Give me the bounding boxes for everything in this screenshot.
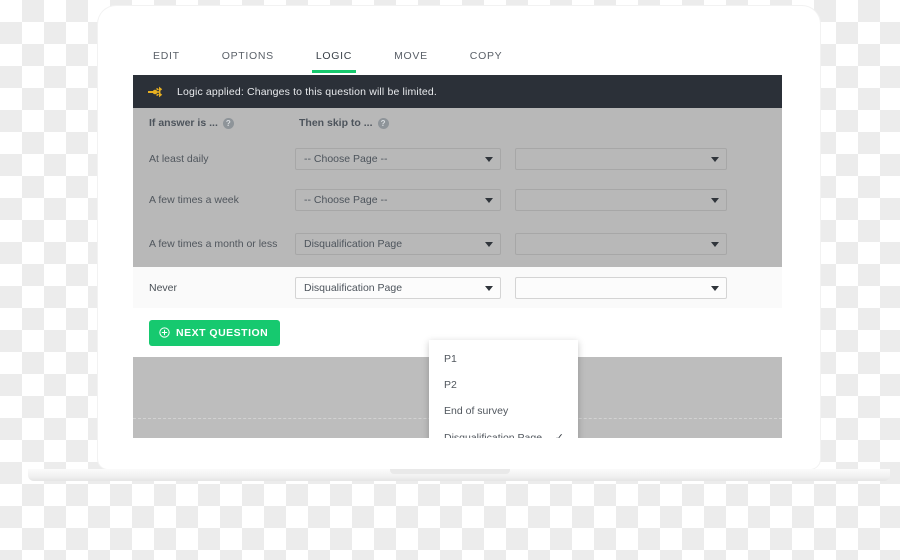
question-tabbar: EDIT OPTIONS LOGIC MOVE COPY <box>133 38 782 75</box>
dropdown-option-disqualification-page[interactable]: Disqualification Page ✓ <box>429 424 578 439</box>
branch-logic-icon <box>147 84 163 100</box>
logic-banner-text: Logic applied: Changes to this question … <box>177 85 437 98</box>
column-header-then-skip-label: Then skip to ... <box>299 117 373 129</box>
tab-edit[interactable]: EDIT <box>153 40 180 73</box>
logic-applied-banner: Logic applied: Changes to this question … <box>133 75 782 108</box>
table-row: A few times a week -- Choose Page -- <box>133 179 782 220</box>
laptop-screen: EDIT OPTIONS LOGIC MOVE COPY Logic appli… <box>133 38 782 438</box>
column-header-if-answer: If answer is ... ? <box>133 117 295 129</box>
dropdown-option-end-of-survey[interactable]: End of survey <box>429 398 578 424</box>
skip-to-select-value-row-2: -- Choose Page -- <box>304 193 388 206</box>
row-answer-label: A few times a month or less <box>149 237 278 250</box>
table-row: Never Disqualification Page <box>133 267 782 308</box>
screenshot-stage: EDIT OPTIONS LOGIC MOVE COPY Logic appli… <box>0 0 900 560</box>
column-header-then-skip: Then skip to ... ? <box>295 117 389 129</box>
skip-to-select-row-1[interactable]: -- Choose Page -- <box>295 147 501 170</box>
skip-to-select-row-2[interactable]: -- Choose Page -- <box>295 188 501 211</box>
dropdown-option-label: P2 <box>444 379 457 391</box>
dropdown-option-label: P1 <box>444 353 457 365</box>
next-question-button[interactable]: NEXT QUESTION <box>149 319 281 346</box>
column-header-if-answer-label: If answer is ... <box>149 117 218 129</box>
chevron-down-icon <box>485 285 493 291</box>
checkmark-icon: ✓ <box>554 432 564 438</box>
chevron-down-icon <box>711 241 719 247</box>
secondary-select-row-1[interactable] <box>515 147 727 170</box>
dropdown-option-p2[interactable]: P2 <box>429 372 578 398</box>
table-row: At least daily -- Choose Page -- <box>133 138 782 179</box>
skip-to-select-value-row-4: Disqualification Page <box>304 281 403 294</box>
chevron-down-icon <box>485 156 493 162</box>
tab-move[interactable]: MOVE <box>394 40 428 73</box>
table-row: A few times a month or less Disqualifica… <box>133 220 782 267</box>
help-icon-if-answer[interactable]: ? <box>222 117 234 129</box>
dropdown-option-p1[interactable]: P1 <box>429 346 578 372</box>
secondary-select-row-3[interactable] <box>515 232 727 255</box>
dropdown-option-label: End of survey <box>444 405 509 417</box>
secondary-select-row-2[interactable] <box>515 188 727 211</box>
logic-table-header: If answer is ... ? Then skip to ... ? <box>133 108 782 138</box>
chevron-down-icon <box>485 197 493 203</box>
question-logic-card: EDIT OPTIONS LOGIC MOVE COPY Logic appli… <box>133 38 782 357</box>
skip-to-dropdown-menu: P1 P2 End of survey Disqualification Pag… <box>429 340 578 438</box>
plus-circle-icon <box>159 327 170 338</box>
row-answer-label: Never <box>149 281 178 294</box>
tab-copy[interactable]: COPY <box>470 40 503 73</box>
skip-to-select-value-row-1: -- Choose Page -- <box>304 152 388 165</box>
next-question-button-label: NEXT QUESTION <box>176 326 269 339</box>
skip-to-select-row-4[interactable]: Disqualification Page <box>295 276 501 299</box>
tab-logic[interactable]: LOGIC <box>311 40 357 73</box>
chevron-down-icon <box>711 156 719 162</box>
row-answer-label: A few times a week <box>149 193 239 206</box>
skip-to-select-value-row-3: Disqualification Page <box>304 237 403 250</box>
chevron-down-icon <box>711 197 719 203</box>
laptop-notch <box>390 469 510 474</box>
help-icon-then-skip[interactable]: ? <box>377 117 389 129</box>
skip-to-select-row-3[interactable]: Disqualification Page <box>295 232 501 255</box>
chevron-down-icon <box>485 241 493 247</box>
dropdown-option-label: Disqualification Page <box>444 431 543 439</box>
tab-options[interactable]: OPTIONS <box>222 40 274 73</box>
chevron-down-icon <box>711 285 719 291</box>
secondary-select-row-4[interactable] <box>515 276 727 299</box>
row-answer-label: At least daily <box>149 152 209 165</box>
